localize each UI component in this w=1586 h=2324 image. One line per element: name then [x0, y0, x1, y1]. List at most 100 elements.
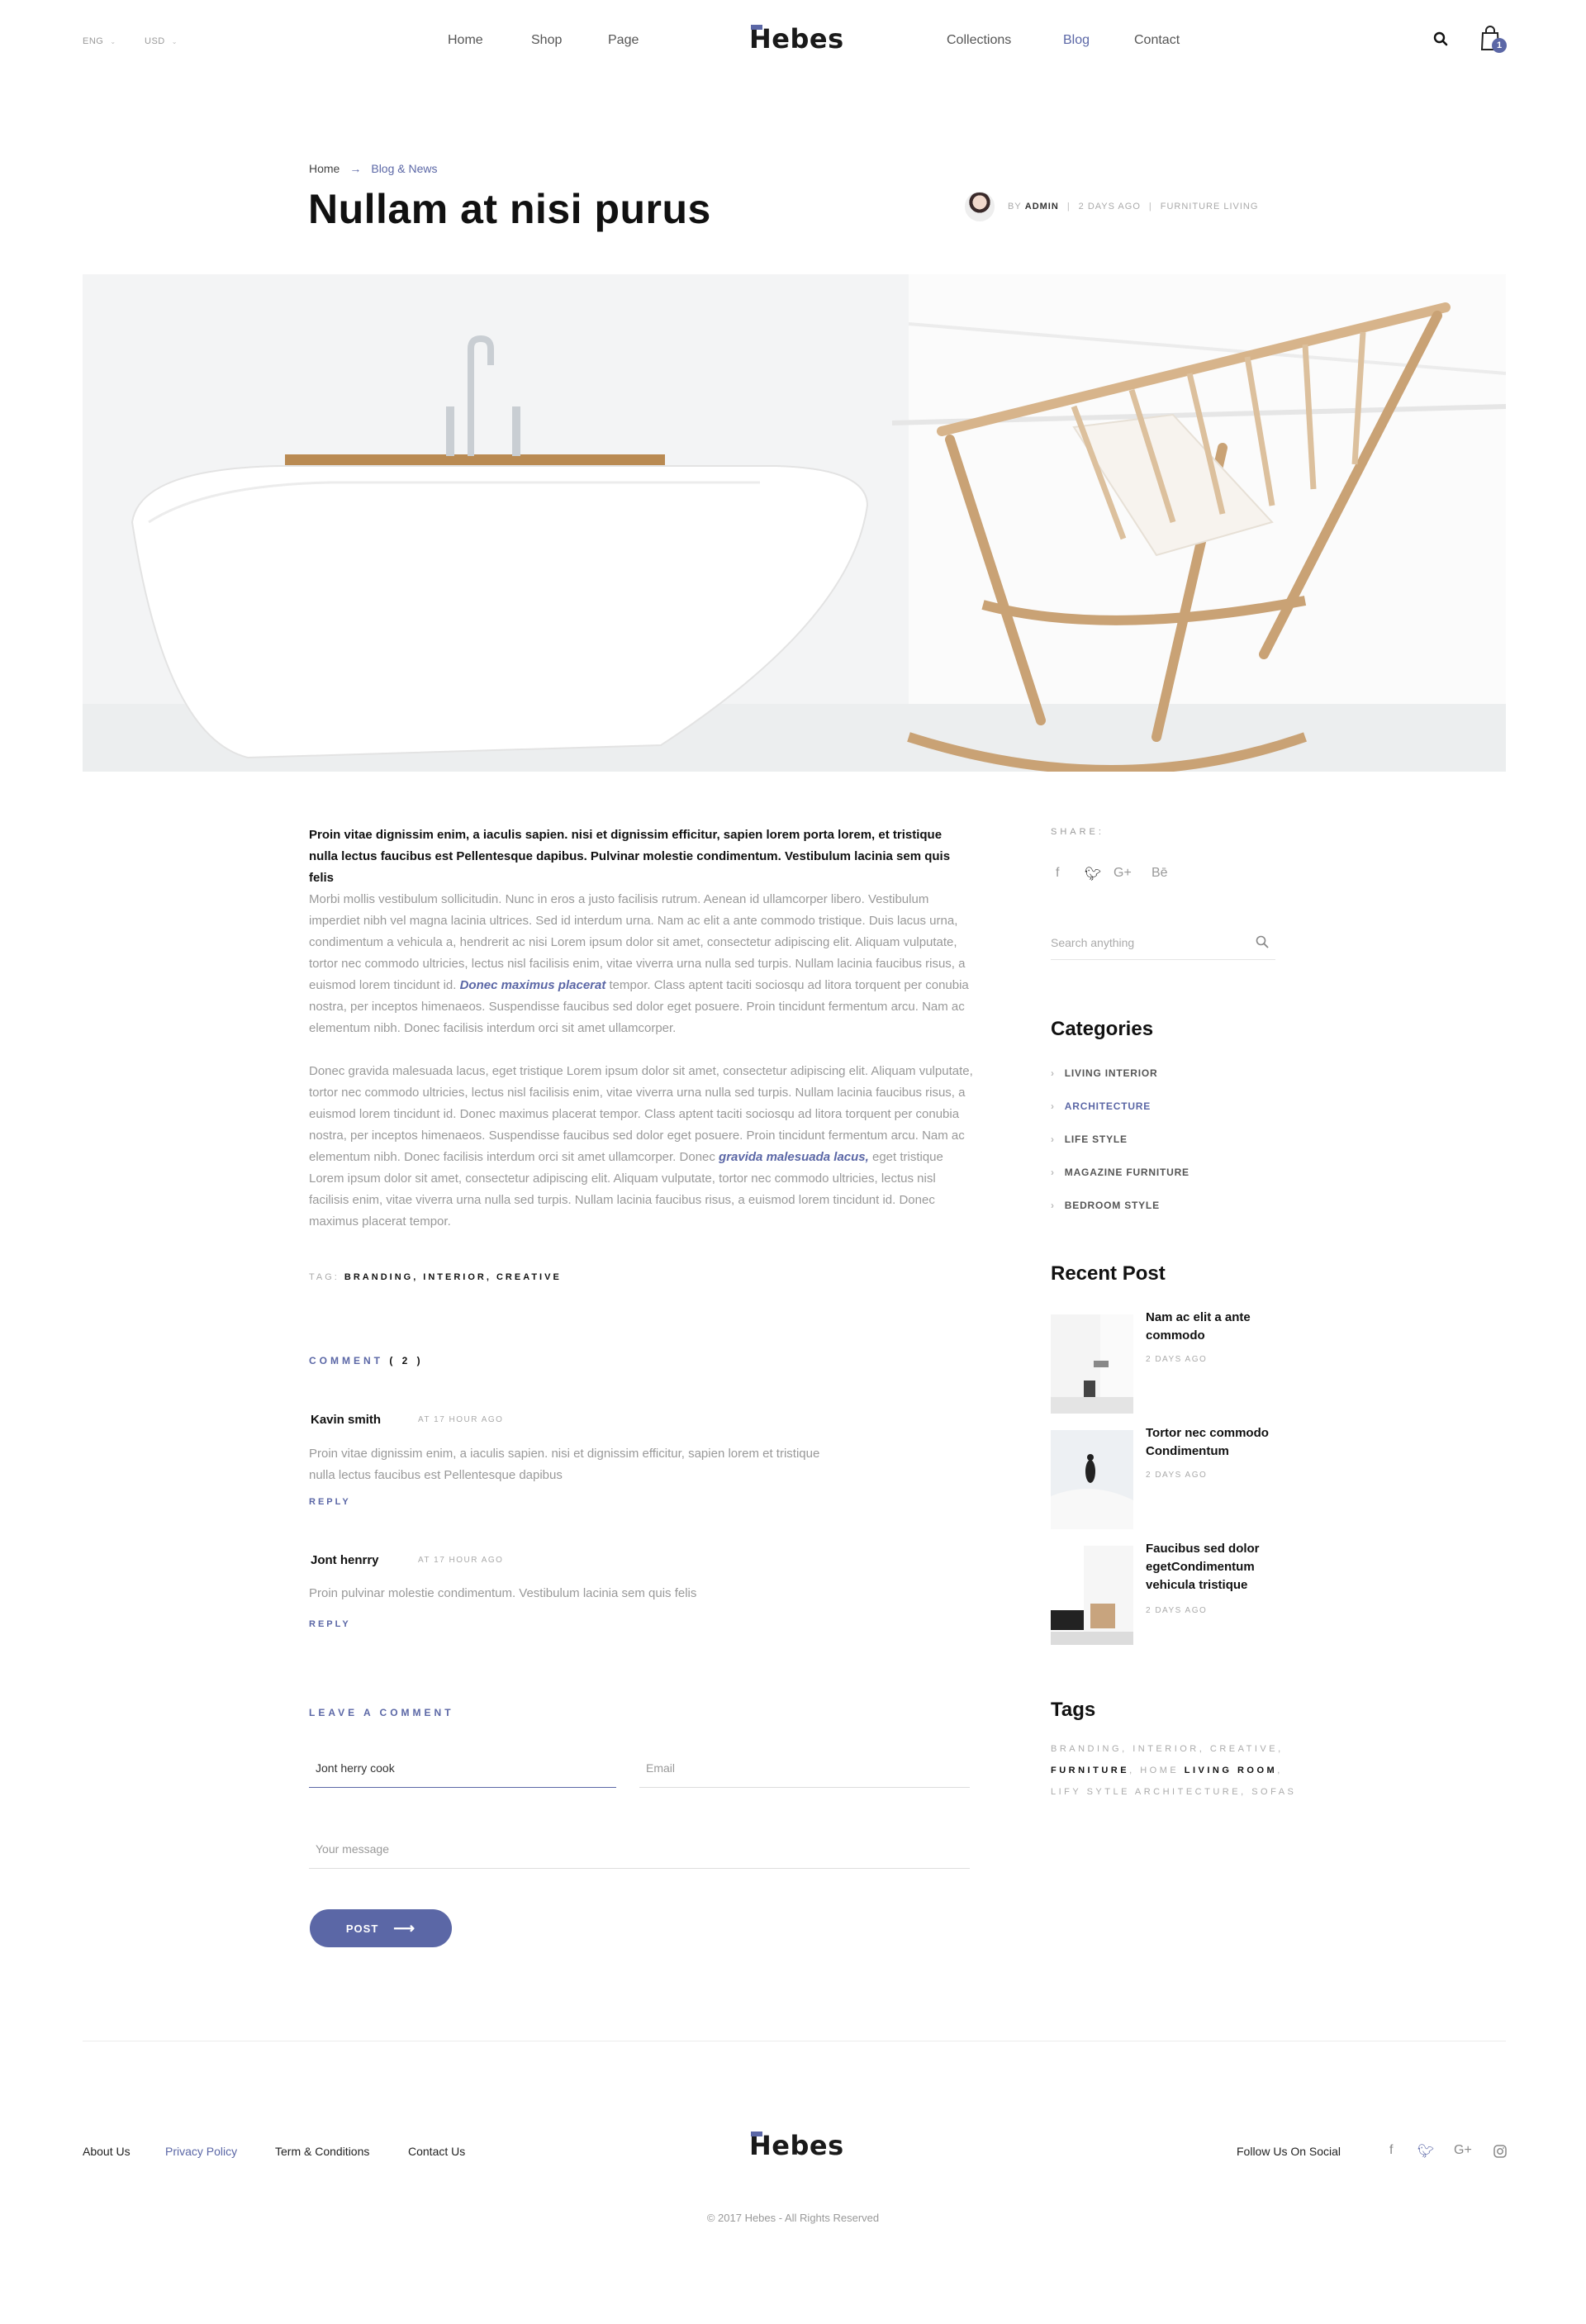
nav-shop[interactable]: Shop: [531, 33, 562, 48]
comment-author: Kavin smith: [311, 1413, 382, 1427]
tag-link[interactable]: CREATIVE: [1210, 1744, 1278, 1754]
nav-page[interactable]: Page: [608, 33, 639, 48]
post-meta: BY ADMIN | 2 DAYS AGO | FURNITURE LIVING: [965, 192, 1258, 221]
follow-social-label: Follow Us On Social: [1237, 2145, 1341, 2158]
currency-value: USD: [145, 36, 165, 46]
recent-post-thumbnail[interactable]: [1051, 1546, 1133, 1645]
chevron-down-icon: ⌄: [110, 37, 116, 45]
google-plus-icon[interactable]: G+: [1454, 2143, 1472, 2158]
twitter-icon[interactable]: 🐦︎: [1417, 2143, 1434, 2160]
page-title: Nullam at nisi purus: [308, 186, 711, 232]
cart-count-badge: 1: [1492, 38, 1507, 53]
tag-link[interactable]: INTERIOR: [1133, 1744, 1199, 1754]
recent-post-thumbnail[interactable]: [1051, 1314, 1133, 1414]
logo-text: Hebes: [749, 23, 844, 55]
sidebar-search-input[interactable]: [1051, 927, 1241, 958]
category-architecture[interactable]: › ARCHITECTURE: [1051, 1100, 1151, 1112]
category-label: MAGAZINE FURNITURE: [1064, 1167, 1190, 1178]
tags-title: Tags: [1051, 1699, 1096, 1721]
tag-link[interactable]: ARCHITECTURE: [1135, 1787, 1241, 1797]
comments-heading: COMMENT ( 2 ): [309, 1355, 424, 1366]
nav-contact[interactable]: Contact: [1134, 33, 1180, 48]
post-date: 2 DAYS AGO: [1078, 202, 1141, 211]
post-comment-button[interactable]: POST ⟶: [310, 1909, 452, 1947]
chevron-right-icon: ›: [1051, 1133, 1055, 1145]
recent-post-link[interactable]: Nam ac elit a ante commodo: [1146, 1309, 1294, 1345]
search-icon[interactable]: [1433, 31, 1448, 50]
tag-link[interactable]: LIVING ROOM: [1185, 1766, 1277, 1775]
post-paragraph-1: Morbi mollis vestibulum sollicitudin. Nu…: [309, 889, 978, 1039]
post-paragraph-2: Donec gravida malesuada lacus, eget tris…: [309, 1061, 978, 1233]
footer-about-link[interactable]: About Us: [83, 2145, 131, 2158]
category-label: BEDROOM STYLE: [1064, 1200, 1160, 1211]
recent-post-title: Recent Post: [1051, 1262, 1166, 1285]
comment-time: AT 17 HOUR AGO: [418, 1415, 504, 1424]
category-life-style[interactable]: › LIFE STYLE: [1051, 1133, 1128, 1145]
arrow-right-icon: ⟶: [393, 1919, 416, 1937]
hero-image: [83, 274, 1506, 772]
paragraph-text: Morbi mollis vestibulum sollicitudin. Nu…: [309, 892, 966, 992]
language-selector[interactable]: ENG ⌄: [83, 36, 116, 46]
chevron-right-icon: ›: [1051, 1067, 1055, 1079]
cart-button[interactable]: 1: [1479, 25, 1507, 59]
reply-button[interactable]: REPLY: [309, 1619, 351, 1629]
chevron-right-icon: ›: [1051, 1200, 1055, 1211]
tag-link[interactable]: FURNITURE: [1051, 1766, 1129, 1775]
arrow-right-icon: →: [349, 162, 362, 175]
post-tags: TAG: BRANDING, INTERIOR, CREATIVE: [309, 1272, 562, 1282]
language-value: ENG: [83, 36, 104, 46]
site-header: ENG ⌄ USD ⌄ Home Shop Page Hebes Collect…: [0, 0, 1586, 83]
breadcrumb-home[interactable]: Home: [309, 162, 340, 175]
bathroom-chair-illustration: [83, 274, 1506, 772]
tag-cloud: BRANDING, INTERIOR, CREATIVE, FURNITURE,…: [1051, 1744, 1297, 1797]
email-field[interactable]: [639, 1748, 970, 1788]
site-logo[interactable]: Hebes: [749, 23, 844, 55]
footer-logo[interactable]: Hebes: [749, 2130, 844, 2161]
footer-terms-link[interactable]: Term & Conditions: [275, 2145, 369, 2158]
nav-collections[interactable]: Collections: [947, 33, 1011, 48]
breadcrumb-current[interactable]: Blog & News: [371, 162, 437, 175]
tag-label: TAG:: [309, 1272, 340, 1282]
nav-blog[interactable]: Blog: [1063, 33, 1090, 48]
author-avatar: [965, 192, 995, 221]
tag-list[interactable]: BRANDING, INTERIOR, CREATIVE: [344, 1272, 562, 1282]
footer-privacy-link[interactable]: Privacy Policy: [165, 2145, 237, 2158]
share-heading: SHARE:: [1051, 827, 1104, 837]
tag-link[interactable]: SOFAS: [1251, 1787, 1296, 1797]
sidebar-search: [1051, 927, 1275, 960]
google-plus-icon[interactable]: G+: [1114, 866, 1132, 881]
recent-post-link[interactable]: Tortor nec commodo Condimentum: [1146, 1424, 1294, 1461]
recent-post-link[interactable]: Faucibus sed dolor egetCondimentum vehic…: [1146, 1540, 1294, 1594]
category-label: LIFE STYLE: [1064, 1133, 1128, 1145]
behance-icon[interactable]: Bē: [1152, 866, 1168, 881]
category-magazine-furniture[interactable]: › MAGAZINE FURNITURE: [1051, 1167, 1190, 1178]
reply-button[interactable]: REPLY: [309, 1497, 351, 1507]
footer-contact-link[interactable]: Contact Us: [408, 2145, 465, 2158]
instagram-icon[interactable]: [1493, 2145, 1507, 2162]
message-field[interactable]: [309, 1829, 970, 1869]
currency-selector[interactable]: USD ⌄: [145, 36, 178, 46]
logo-mark: [751, 2132, 762, 2136]
tag-link[interactable]: BRANDING: [1051, 1744, 1122, 1754]
comment-author: Jont henrry: [311, 1553, 379, 1567]
post-category[interactable]: FURNITURE LIVING: [1161, 202, 1259, 211]
inline-link[interactable]: Donec maximus placerat: [460, 978, 606, 992]
recent-post-thumbnail[interactable]: [1051, 1430, 1133, 1529]
comment-text: Proin vitae dignissim enim, a iaculis sa…: [309, 1447, 820, 1482]
facebook-icon[interactable]: f: [1056, 866, 1059, 881]
nav-home[interactable]: Home: [448, 33, 483, 48]
chevron-down-icon: ⌄: [171, 37, 178, 45]
category-living-interior[interactable]: › LIVING INTERIOR: [1051, 1067, 1157, 1079]
tag-link[interactable]: HOME: [1140, 1766, 1179, 1775]
twitter-icon[interactable]: 🐦︎: [1085, 866, 1101, 882]
divider: |: [1148, 202, 1152, 211]
comments-label: COMMENT: [309, 1355, 383, 1366]
inline-link[interactable]: gravida malesuada lacus,: [719, 1150, 869, 1164]
categories-title: Categories: [1051, 1018, 1154, 1040]
category-bedroom-style[interactable]: › BEDROOM STYLE: [1051, 1200, 1160, 1211]
facebook-icon[interactable]: f: [1389, 2143, 1393, 2158]
name-field[interactable]: [309, 1748, 616, 1788]
tag-link[interactable]: LIFY SYTLE: [1051, 1787, 1130, 1797]
search-icon[interactable]: [1256, 935, 1269, 953]
author-link[interactable]: ADMIN: [1025, 202, 1059, 211]
